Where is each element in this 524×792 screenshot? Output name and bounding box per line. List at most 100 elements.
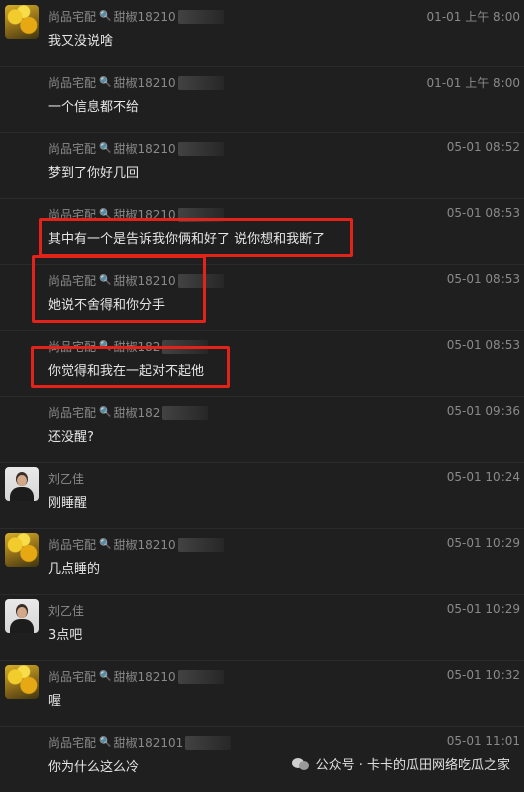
timestamp: 05-01 08:53: [446, 206, 520, 220]
sender-suffix: 甜椒18210: [113, 76, 176, 90]
timestamp: 05-01 10:29: [446, 602, 520, 616]
sender-label: 刘乙佳: [48, 472, 85, 486]
sender-suffix: 甜椒182101: [113, 736, 184, 750]
sender-suffix: 甜椒182: [113, 406, 161, 420]
sender-label: 尚品宅配: [48, 406, 97, 420]
message-text: 刚睡醒: [48, 496, 88, 511]
message-text: 她说不舍得和你分手: [48, 298, 166, 313]
chat-message[interactable]: 刘乙佳 05-01 10:29 3点吧: [0, 594, 524, 661]
redaction-blur: [177, 537, 224, 552]
message-text: 你觉得和我在一起对不起他: [48, 364, 205, 379]
chat-message[interactable]: 尚品宅配 🔍 甜椒182 05-01 09:36 还没醒?: [0, 396, 524, 463]
sender-label: 刘乙佳: [48, 604, 85, 618]
watermark-text: 公众号 · 卡卡的瓜田网络吃瓜之家: [315, 758, 510, 773]
sender-name: 尚品宅配 🔍 甜椒182: [48, 404, 209, 421]
sender-name: 尚品宅配 🔍 甜椒18210: [48, 140, 224, 157]
magnifier-icon: 🔍: [99, 11, 112, 22]
sender-label: 尚品宅配: [48, 208, 97, 222]
avatar[interactable]: [5, 5, 39, 39]
sender-suffix: 甜椒18210: [113, 670, 176, 684]
magnifier-icon: 🔍: [99, 539, 112, 550]
chat-message[interactable]: 尚品宅配 🔍 甜椒18210 05-01 08:53 她说不舍得和你分手: [0, 264, 524, 331]
sender-label: 尚品宅配: [48, 538, 97, 552]
chat-message[interactable]: 尚品宅配 🔍 甜椒18210 05-01 08:52 梦到了你好几回: [0, 132, 524, 199]
redaction-blur: [162, 339, 209, 354]
sender-name: 尚品宅配 🔍 甜椒182: [48, 338, 209, 355]
redaction-blur: [162, 405, 209, 420]
timestamp: 05-01 10:29: [446, 536, 520, 550]
message-text: 我又没说啥: [48, 34, 114, 49]
avatar[interactable]: [5, 467, 39, 501]
sender-label: 尚品宅配: [48, 736, 97, 750]
magnifier-icon: 🔍: [99, 77, 112, 88]
magnifier-icon: 🔍: [99, 341, 112, 352]
avatar-face: [17, 475, 27, 486]
chat-message[interactable]: 尚品宅配 🔍 甜椒18210 01-01 上午 8:00 我又没说啥: [0, 0, 524, 67]
redaction-blur: [177, 141, 224, 156]
sender-label: 尚品宅配: [48, 340, 97, 354]
avatar-body: [10, 487, 34, 501]
sender-name: 尚品宅配 🔍 甜椒18210: [48, 206, 224, 223]
message-text: 其中有一个是告诉我你俩和好了 说你想和我断了: [48, 232, 326, 247]
sender-name: 尚品宅配 🔍 甜椒18210: [48, 8, 224, 25]
message-text: 喔: [48, 694, 62, 709]
magnifier-icon: 🔍: [99, 275, 112, 286]
redaction-blur: [177, 9, 224, 24]
avatar-body: [10, 619, 34, 633]
redaction-blur: [177, 669, 224, 684]
timestamp: 05-01 11:01: [446, 734, 520, 748]
chat-message[interactable]: 刘乙佳 05-01 10:24 刚睡醒: [0, 462, 524, 529]
sender-label: 尚品宅配: [48, 76, 97, 90]
timestamp: 01-01 上午 8:00: [426, 10, 520, 24]
sender-name: 尚品宅配 🔍 甜椒18210: [48, 74, 224, 91]
magnifier-icon: 🔍: [99, 143, 112, 154]
timestamp: 01-01 上午 8:00: [426, 76, 520, 90]
redaction-blur: [177, 273, 224, 288]
sender-suffix: 甜椒18210: [113, 10, 176, 24]
timestamp: 05-01 10:24: [446, 470, 520, 484]
sender-name: 尚品宅配 🔍 甜椒18210: [48, 272, 224, 289]
sender-suffix: 甜椒18210: [113, 142, 176, 156]
message-text: 3点吧: [48, 628, 83, 643]
chat-message[interactable]: 尚品宅配 🔍 甜椒182 05-01 08:53 你觉得和我在一起对不起他: [0, 330, 524, 397]
message-text: 一个信息都不给: [48, 100, 140, 115]
sender-label: 尚品宅配: [48, 142, 97, 156]
chat-message[interactable]: 尚品宅配 🔍 甜椒18210 01-01 上午 8:00 一个信息都不给: [0, 66, 524, 133]
wechat-icon: [291, 757, 310, 771]
redaction-blur: [185, 735, 232, 750]
magnifier-icon: 🔍: [99, 737, 112, 748]
message-text: 几点睡的: [48, 562, 101, 577]
sender-name: 尚品宅配 🔍 甜椒182101: [48, 734, 232, 751]
avatar[interactable]: [5, 599, 39, 633]
avatar-face: [17, 607, 27, 618]
timestamp: 05-01 08:52: [446, 140, 520, 154]
sender-label: 尚品宅配: [48, 670, 97, 684]
magnifier-icon: 🔍: [99, 671, 112, 682]
chat-message[interactable]: 尚品宅配 🔍 甜椒18210 05-01 08:53 其中有一个是告诉我你俩和好…: [0, 198, 524, 265]
watermark: 公众号 · 卡卡的瓜田网络吃瓜之家: [291, 754, 510, 773]
sender-suffix: 甜椒18210: [113, 274, 176, 288]
message-text: 还没醒?: [48, 430, 94, 445]
sender-label: 尚品宅配: [48, 10, 97, 24]
sender-label: 尚品宅配: [48, 274, 97, 288]
avatar[interactable]: [5, 665, 39, 699]
redaction-blur: [177, 75, 224, 90]
magnifier-icon: 🔍: [99, 407, 112, 418]
redaction-blur: [177, 207, 224, 222]
sender-suffix: 甜椒182: [113, 340, 161, 354]
chat-message[interactable]: 尚品宅配 🔍 甜椒18210 05-01 10:32 喔: [0, 660, 524, 727]
timestamp: 05-01 10:32: [446, 668, 520, 682]
sender-name: 尚品宅配 🔍 甜椒18210: [48, 668, 224, 685]
message-text: 你为什么这么冷: [48, 760, 140, 775]
sender-suffix: 甜椒18210: [113, 538, 176, 552]
avatar[interactable]: [5, 533, 39, 567]
chat-message[interactable]: 尚品宅配 🔍 甜椒18210 05-01 10:29 几点睡的: [0, 528, 524, 595]
magnifier-icon: 🔍: [99, 209, 112, 220]
sender-name: 刘乙佳: [48, 470, 84, 487]
sender-suffix: 甜椒18210: [113, 208, 176, 222]
timestamp: 05-01 09:36: [446, 404, 520, 418]
sender-name: 刘乙佳: [48, 602, 84, 619]
timestamp: 05-01 08:53: [446, 338, 520, 352]
message-text: 梦到了你好几回: [48, 166, 140, 181]
timestamp: 05-01 08:53: [446, 272, 520, 286]
